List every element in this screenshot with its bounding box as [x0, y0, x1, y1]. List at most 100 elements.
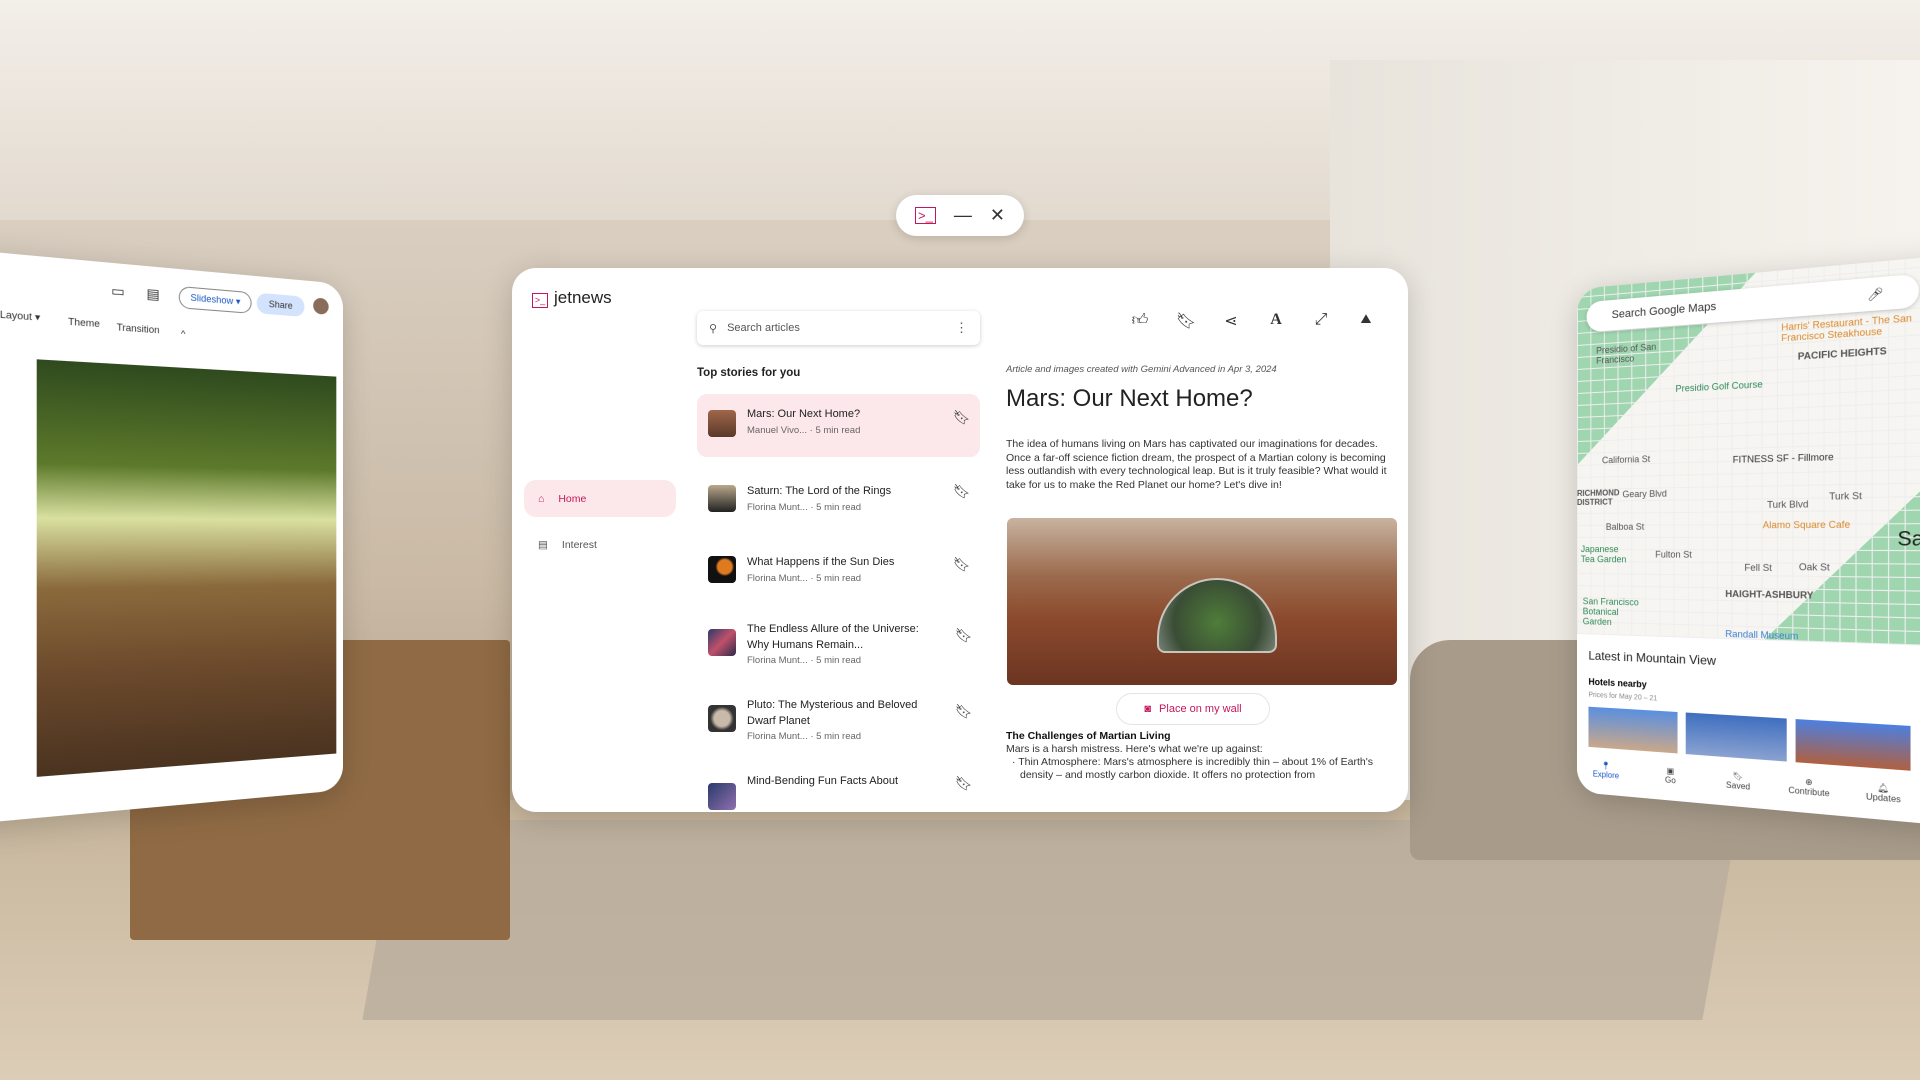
map-label: RICHMOND DISTRICT	[1577, 488, 1620, 507]
story-title: What Happens if the Sun Dies	[747, 556, 895, 568]
story-thumbnail	[708, 629, 736, 656]
nav-label: Go	[1664, 775, 1676, 786]
bookmark-icon[interactable]: 🔖︎	[955, 627, 973, 644]
text-size-icon[interactable]: A	[1264, 311, 1288, 329]
hotel-image[interactable]	[1588, 706, 1678, 754]
share-icon[interactable]: ⋖	[1219, 311, 1243, 331]
mic-icon[interactable]: 🎤︎	[1867, 286, 1883, 302]
menu-layout[interactable]: Layout ▾	[0, 309, 40, 324]
bookmark-icon[interactable]: 🔖︎	[955, 775, 973, 792]
jetnews-logo-icon: >_	[532, 293, 548, 308]
mars-dome	[1157, 578, 1277, 653]
hotel-image[interactable]	[1795, 719, 1911, 771]
wall-icon: ◙	[1144, 703, 1152, 715]
bookmark-icon[interactable]: 🔖︎	[1174, 311, 1198, 331]
bullet-item: · Thin Atmosphere: Mars's atmosphere is …	[1012, 756, 1373, 781]
map-label: Turk Blvd	[1767, 498, 1809, 511]
story-meta: Florina Munt... · 5 min read	[747, 502, 862, 513]
article-caption: Article and images created with Gemini A…	[1006, 364, 1277, 375]
slideshow-button[interactable]: Slideshow ▾	[178, 285, 252, 314]
video-icon[interactable]: ▭	[111, 282, 125, 300]
collapse-icon[interactable]: ^	[181, 328, 186, 339]
map-label: Japanese Tea Garden	[1580, 544, 1627, 565]
story-meta: Florina Munt... · 5 min read	[747, 731, 862, 742]
map-label: San F	[1897, 527, 1920, 551]
search-placeholder: Search Google Maps	[1611, 300, 1717, 322]
slide-image[interactable]	[36, 359, 337, 777]
avatar[interactable]	[313, 297, 329, 315]
jetnews-window: >_ jetnews ⚲ Search articles ⋮ Top stori…	[512, 268, 1408, 812]
menu-transition[interactable]: Transition	[117, 322, 160, 336]
story-thumbnail	[708, 705, 736, 732]
map-label: Fell St	[1744, 562, 1772, 574]
story-thumbnail	[708, 485, 736, 512]
nav-label: Home	[558, 492, 587, 505]
nav-interest[interactable]: ▤ Interest	[524, 526, 676, 563]
nav-label: Interest	[561, 538, 597, 551]
environment-icon[interactable]: ⛰︎	[1354, 311, 1378, 327]
comment-icon[interactable]: ▤	[146, 285, 159, 303]
story-thumbnail	[708, 556, 736, 583]
search-icon: ⚲	[709, 322, 718, 335]
map-label: Geary Blvd	[1622, 488, 1667, 500]
button-label: Place on my wall	[1159, 703, 1242, 715]
minimize-icon[interactable]: —	[954, 205, 972, 226]
story-meta: Manuel Vivo... · 5 min read	[747, 425, 861, 436]
map-label: Turk St	[1829, 490, 1862, 502]
bookmark-icon[interactable]: 🔖︎	[953, 556, 971, 573]
nav-home[interactable]: ⌂ Home	[524, 480, 676, 517]
story-item[interactable]: What Happens if the Sun Dies Florina Mun…	[697, 550, 980, 600]
story-title: Saturn: The Lord of the Rings	[747, 485, 892, 497]
section-intro: Mars is a harsh mistress. Here's what we…	[1006, 743, 1263, 755]
close-icon[interactable]: ✕	[990, 205, 1005, 226]
map-label: California St	[1601, 453, 1651, 466]
place-on-wall-button[interactable]: ◙ Place on my wall	[1116, 693, 1270, 725]
story-meta: Florina Munt... · 5 min read	[747, 655, 862, 666]
story-thumbnail	[708, 410, 736, 437]
story-title: The Endless Allure of the Universe: Why …	[747, 623, 919, 651]
app-name: jetnews	[554, 288, 612, 307]
window-controls: >_ — ✕	[896, 195, 1024, 236]
story-item[interactable]: Saturn: The Lord of the Rings Florina Mu…	[697, 479, 980, 529]
story-item[interactable]: The Endless Allure of the Universe: Why …	[697, 619, 980, 685]
maps-window: Search Google Maps 🎤︎ Harris' Restaurant …	[1577, 253, 1920, 828]
bookmark-icon[interactable]: 🔖︎	[953, 483, 971, 500]
menu-theme[interactable]: Theme	[68, 316, 100, 329]
map-label: San Francisco Botanical Garden	[1582, 596, 1639, 628]
slideshow-label: Slideshow	[190, 292, 234, 307]
bookmark-icon[interactable]: 🔖︎	[955, 703, 973, 720]
hotels-title: Hotels nearby	[1588, 676, 1647, 690]
search-input[interactable]: ⚲ Search articles ⋮	[697, 311, 980, 345]
sheet-title: Latest in Mountain View	[1588, 648, 1717, 669]
home-icon: ⌂	[538, 492, 545, 505]
map-label: Fulton St	[1655, 549, 1692, 560]
like-icon[interactable]: 👍︎	[1128, 311, 1152, 330]
story-item[interactable]: Mars: Our Next Home? Manuel Vivo... · 5 …	[697, 394, 980, 457]
prices-text: Prices for May 20 – 21	[1588, 691, 1658, 703]
more-vert-icon[interactable]: ⋮	[955, 320, 968, 336]
bookmark-icon[interactable]: 🔖︎	[953, 409, 971, 426]
fullscreen-icon[interactable]: ⤢	[1309, 311, 1333, 329]
map-label: Oak St	[1798, 561, 1830, 573]
search-placeholder: Search articles	[727, 322, 800, 334]
story-meta: Florina Munt... · 5 min read	[747, 573, 862, 584]
app-icon[interactable]: >_	[915, 207, 936, 224]
bullet-text: Thin Atmosphere: Mars's atmosphere is in…	[1018, 756, 1373, 781]
slides-window: ▭ ▤ Slideshow ▾ Share d Layout ▾ Theme T…	[0, 249, 344, 825]
article-title: Mars: Our Next Home?	[1006, 385, 1253, 412]
story-title: Mars: Our Next Home?	[747, 408, 861, 420]
story-item[interactable]: Pluto: The Mysterious and Beloved Dwarf …	[697, 695, 980, 761]
share-button[interactable]: Share	[256, 292, 305, 317]
story-item[interactable]: Mind-Bending Fun Facts About 🔖︎	[697, 771, 980, 812]
menu-label: Layout	[0, 308, 33, 323]
article-image	[1007, 518, 1397, 685]
nav-label: Saved	[1725, 780, 1751, 792]
map-label: HAIGHT-ASHBURY	[1725, 588, 1814, 601]
list-icon: ▤	[538, 538, 548, 551]
map-label: Alamo Square Cafe	[1762, 519, 1851, 531]
section-heading: The Challenges of Martian Living	[1006, 730, 1171, 742]
map-label: Balboa St	[1605, 521, 1645, 532]
story-title: Mind-Bending Fun Facts About	[747, 775, 899, 787]
hotel-image[interactable]	[1685, 712, 1787, 762]
article-intro: The idea of humans living on Mars has ca…	[1006, 438, 1387, 491]
